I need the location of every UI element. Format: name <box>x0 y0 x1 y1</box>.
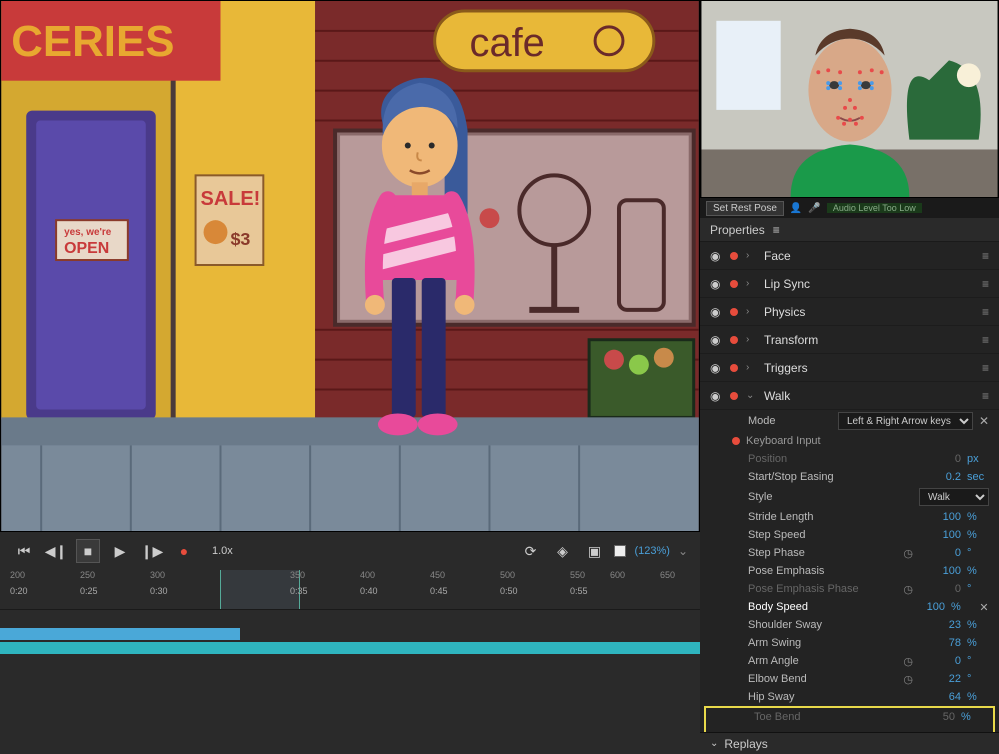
timeline[interactable]: 2000:20 2500:25 3000:30 3500:35 4000:40 … <box>0 570 700 754</box>
walk-pose-emphasis-phase: Pose Emphasis Phase◷0° <box>700 580 999 598</box>
walk-arm-swing[interactable]: Arm Swing78% <box>700 634 999 652</box>
walk-toe-bend[interactable]: Toe Bend50% <box>706 708 993 726</box>
highlighted-properties: Toe Bend50% Pin Feet When Standing ✓ ✕ S… <box>704 706 995 732</box>
sign-cafe: cafe <box>470 21 545 65</box>
timeline-tracks[interactable] <box>0 610 700 670</box>
sign-open-top: yes, we're <box>64 227 112 238</box>
hamburger-icon[interactable]: ≡ <box>982 389 989 403</box>
group-lipsync[interactable]: ◉ › Lip Sync ≡ <box>700 270 999 298</box>
zoom-percent[interactable]: (123%) <box>634 545 669 557</box>
arm-dot[interactable] <box>730 308 738 316</box>
sign-open-bottom: OPEN <box>64 240 109 257</box>
hamburger-icon[interactable]: ≡ <box>982 305 989 319</box>
clear-button[interactable]: ✕ <box>979 601 989 614</box>
mic-icon[interactable]: 🎤 <box>808 203 820 214</box>
refresh-icon[interactable]: ⟳ <box>518 539 542 563</box>
play-button[interactable]: ▶ <box>108 539 132 563</box>
visibility-toggle[interactable]: ◉ <box>710 249 722 263</box>
camera-bar: Set Rest Pose 👤 🎤 Audio Level Too Low <box>700 198 999 218</box>
playhead[interactable] <box>220 570 300 609</box>
walk-arm-angle[interactable]: Arm Angle◷0° <box>700 652 999 670</box>
properties-header: Properties ≡ <box>700 218 999 242</box>
properties-list[interactable]: ◉ › Face ≡ ◉ › Lip Sync ≡ ◉ › Physics ≡ <box>700 242 999 732</box>
visibility-toggle[interactable]: ◉ <box>710 305 722 319</box>
chevron-right-icon[interactable]: › <box>746 250 756 261</box>
stop-button[interactable]: ■ <box>76 539 100 563</box>
scene-viewport[interactable]: CERIES yes, we're OPEN SALE! $3 <box>0 0 700 532</box>
group-physics[interactable]: ◉ › Physics ≡ <box>700 298 999 326</box>
arm-dot[interactable] <box>730 392 738 400</box>
track-cyan[interactable] <box>0 642 700 654</box>
chevron-right-icon[interactable]: › <box>746 278 756 289</box>
chevron-right-icon[interactable]: › <box>746 334 756 345</box>
walk-step-phase[interactable]: Step Phase◷0° <box>700 544 999 562</box>
sign-price: $3 <box>230 229 250 249</box>
replays-panel[interactable]: ⌄ Replays <box>700 732 999 754</box>
panel-menu-icon[interactable]: ≡ <box>773 223 780 237</box>
keyboard-input-row: Keyboard Input <box>700 432 999 450</box>
next-frame-button[interactable]: ❙▶ <box>140 539 164 563</box>
record-button[interactable]: ● <box>172 539 196 563</box>
visibility-toggle[interactable]: ◉ <box>710 389 722 403</box>
visibility-toggle[interactable]: ◉ <box>710 333 722 347</box>
group-face[interactable]: ◉ › Face ≡ <box>700 242 999 270</box>
arm-dot[interactable] <box>730 336 738 344</box>
walk-mode-select[interactable]: Left & Right Arrow keys <box>838 412 973 430</box>
camera-icon[interactable]: 👤 <box>790 203 802 214</box>
walk-body-speed[interactable]: Body Speed100%✕ <box>700 598 999 616</box>
chevron-right-icon[interactable]: › <box>746 362 756 373</box>
walk-stride[interactable]: Stride Length100% <box>700 508 999 526</box>
chevron-down-icon[interactable]: ⌄ <box>746 390 756 401</box>
arm-dot[interactable] <box>730 252 738 260</box>
arm-dot[interactable] <box>730 364 738 372</box>
track-blue[interactable] <box>0 628 240 640</box>
arm-dot[interactable] <box>730 280 738 288</box>
bg-color-swatch[interactable] <box>614 545 626 557</box>
audio-level-meter: Audio Level Too Low <box>827 203 922 213</box>
sign-sale: SALE! <box>201 188 261 210</box>
playback-speed[interactable]: 1.0x <box>212 545 233 557</box>
hamburger-icon[interactable]: ≡ <box>982 361 989 375</box>
hamburger-icon[interactable]: ≡ <box>982 249 989 263</box>
properties-title: Properties <box>710 223 765 237</box>
group-triggers[interactable]: ◉ › Triggers ≡ <box>700 354 999 382</box>
walk-style-select[interactable]: Walk <box>919 488 989 506</box>
mesh-icon[interactable]: ◈ <box>550 539 574 563</box>
prev-frame-button[interactable]: ◀❙ <box>44 539 68 563</box>
arm-dot[interactable] <box>732 437 740 445</box>
walk-elbow-bend[interactable]: Elbow Bend◷22° <box>700 670 999 688</box>
walk-shoulder-sway[interactable]: Shoulder Sway23% <box>700 616 999 634</box>
walk-step-speed[interactable]: Step Speed100% <box>700 526 999 544</box>
walk-position: Position0px <box>700 450 999 468</box>
walk-style-row: Style Walk <box>700 486 999 508</box>
camera-overlay-icon[interactable]: ▣ <box>582 539 606 563</box>
stopwatch-icon[interactable]: ◷ <box>903 655 913 668</box>
group-transform[interactable]: ◉ › Transform ≡ <box>700 326 999 354</box>
clear-button[interactable]: ✕ <box>979 414 989 428</box>
group-walk[interactable]: ◉ ⌄ Walk ≡ <box>700 382 999 410</box>
stopwatch-icon[interactable]: ◷ <box>903 673 913 686</box>
walk-pose-emphasis[interactable]: Pose Emphasis100% <box>700 562 999 580</box>
walk-start-stop[interactable]: Start/Stop Easing0.2sec <box>700 468 999 486</box>
visibility-toggle[interactable]: ◉ <box>710 361 722 375</box>
set-rest-pose-button[interactable]: Set Rest Pose <box>706 201 784 216</box>
walk-hip-sway[interactable]: Hip Sway64% <box>700 688 999 706</box>
playback-bar: ⏮ ◀❙ ■ ▶ ❙▶ ● 1.0x ⟳ ◈ ▣ (123%) ⌄ <box>0 532 700 570</box>
hamburger-icon[interactable]: ≡ <box>982 333 989 347</box>
walk-mode-row: Mode Left & Right Arrow keys ✕ <box>700 410 999 432</box>
skip-start-button[interactable]: ⏮ <box>12 539 36 563</box>
chevron-right-icon[interactable]: › <box>746 306 756 317</box>
stopwatch-icon[interactable]: ◷ <box>903 547 913 560</box>
webcam-preview <box>700 0 999 198</box>
timeline-ruler[interactable]: 2000:20 2500:25 3000:30 3500:35 4000:40 … <box>0 570 700 610</box>
chevron-down-icon[interactable]: ⌄ <box>710 738 718 749</box>
sign-groceries: CERIES <box>11 17 174 66</box>
hamburger-icon[interactable]: ≡ <box>982 277 989 291</box>
visibility-toggle[interactable]: ◉ <box>710 277 722 291</box>
